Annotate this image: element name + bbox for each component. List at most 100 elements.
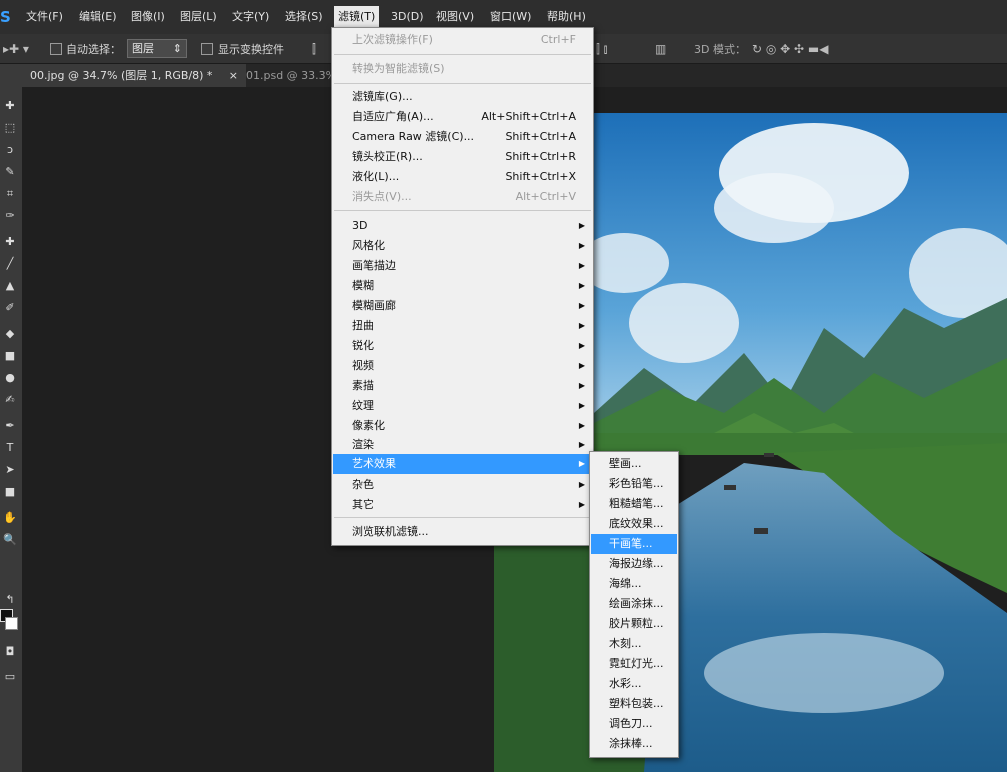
submenu-arrow-icon: ▶ [578,341,585,350]
screen-mode-icon[interactable]: ▭ [2,669,18,685]
lasso-icon[interactable]: ↄ [2,142,18,158]
artistic-underpainting[interactable]: 底纹效果... [591,514,677,534]
artistic-sponge[interactable]: 海绵... [591,574,677,594]
distribute-icon[interactable]: ⫿ ⫾ [596,42,608,57]
quick-mask-icon[interactable]: ◘ [2,644,18,660]
submenu-arrow-icon: ▶ [578,281,585,290]
menu-divider [334,54,591,55]
submenu-arrow-icon: ▶ [578,421,585,430]
filter-camera-raw[interactable]: Camera Raw 滤镜(C)... Shift+Ctrl+A [333,127,592,147]
filter-liquify[interactable]: 液化(L)... Shift+Ctrl+X [333,167,592,187]
filter-distort[interactable]: 扭曲 ▶ [333,316,592,336]
menu-file[interactable]: 文件(F) [26,9,63,25]
filter-brush-strokes[interactable]: 画笔描边 ▶ [333,256,592,276]
auto-align-icon[interactable]: ▥ [655,42,666,56]
artistic-watercolor[interactable]: 水彩... [591,674,677,694]
filter-vanishing-point[interactable]: 消失点(V)... Alt+Ctrl+V [333,187,592,207]
menu-3d[interactable]: 3D(D) [391,9,424,25]
filter-blur[interactable]: 模糊 ▶ [333,276,592,296]
pen-icon[interactable]: ✒ [2,418,18,434]
path-select-icon[interactable]: ➤ [2,462,18,478]
filter-blur-gallery[interactable]: 模糊画廊 ▶ [333,296,592,316]
move-icon[interactable]: ✚ [2,98,18,114]
menu-edit[interactable]: 编辑(E) [79,9,117,25]
eyedropper-icon[interactable]: ✑ [2,208,18,224]
artistic-cutout[interactable]: 木刻... [591,634,677,654]
artistic-submenu: 壁画... 彩色铅笔... 粗糙蜡笔... 底纹效果... 干画笔... 海报边… [589,451,679,758]
filter-last-filter[interactable]: 上次滤镜操作(F) Ctrl+F [333,30,592,50]
history-brush-icon[interactable]: ✐ [2,300,18,316]
submenu-arrow-icon: ▶ [578,321,585,330]
show-transform-checkbox[interactable] [201,43,213,55]
artistic-rough-pastels[interactable]: 粗糙蜡笔... [591,494,677,514]
shape-icon[interactable]: ■ [2,484,18,500]
artistic-colored-pencil[interactable]: 彩色铅笔... [591,474,677,494]
filter-other[interactable]: 其它 ▶ [333,495,592,515]
move-tool-icon[interactable]: ▸✚ ▾ [3,42,29,56]
menu-type[interactable]: 文字(Y) [232,9,269,25]
filter-sharpen[interactable]: 锐化 ▶ [333,336,592,356]
menu-layer[interactable]: 图层(L) [180,9,217,25]
submenu-arrow-icon: ▶ [578,401,585,410]
menu-view[interactable]: 视图(V) [436,9,474,25]
artistic-smudge-stick[interactable]: 涂抹棒... [591,734,677,754]
show-transform-label: 显示变换控件 [218,43,284,56]
blur-icon[interactable]: ● [2,370,18,386]
filter-3d[interactable]: 3D ▶ [333,216,592,236]
eraser-icon[interactable]: ◆ [2,326,18,342]
menu-help[interactable]: 帮助(H) [547,9,586,25]
align-top-icon[interactable]: ⫿ [312,42,316,57]
filter-browse-online[interactable]: 浏览联机滤镜... [333,522,592,542]
filter-sketch[interactable]: 素描 ▶ [333,376,592,396]
artistic-palette-knife[interactable]: 调色刀... [591,714,677,734]
artistic-paint-daubs[interactable]: 绘画涂抹... [591,594,677,614]
toolbox: ✚ ⬚ ↄ ✎ ⌗ ✑ ✚ ╱ ▲ ✐ ◆ ■ ● ✍ ✒ T ➤ ■ ✋ 🔍 … [0,64,23,772]
brush-icon[interactable]: ╱ [2,256,18,272]
filter-menu: 上次滤镜操作(F) Ctrl+F 转换为智能滤镜(S) 滤镜库(G)... 自适应… [331,27,594,546]
filter-noise[interactable]: 杂色 ▶ [333,475,592,495]
background-color-swatch[interactable] [5,617,18,630]
submenu-arrow-icon: ▶ [578,480,585,489]
auto-select-dropdown[interactable]: 图层 ⇕ [127,39,187,58]
auto-select-label: 自动选择： [66,43,121,56]
filter-pixelate[interactable]: 像素化 ▶ [333,416,592,436]
dodge-icon[interactable]: ✍ [2,392,18,408]
artistic-fresco[interactable]: 壁画... [591,454,677,474]
filter-convert-smart[interactable]: 转换为智能滤镜(S) [333,59,592,79]
submenu-arrow-icon: ▶ [578,459,585,468]
healing-icon[interactable]: ✚ [2,234,18,250]
crop-icon[interactable]: ⌗ [2,186,18,202]
auto-select-checkbox[interactable] [50,43,62,55]
menu-divider [334,210,591,211]
type-icon[interactable]: T [2,440,18,456]
marquee-icon[interactable]: ⬚ [2,120,18,136]
artistic-plastic-wrap[interactable]: 塑料包装... [591,694,677,714]
artistic-dry-brush[interactable]: 干画笔... [591,534,677,554]
filter-texture[interactable]: 纹理 ▶ [333,396,592,416]
3d-orbit-icon[interactable]: ↻ ◎ ✥ ✣ ▬◀ [752,42,828,56]
submenu-arrow-icon: ▶ [578,301,585,310]
swap-colors-icon[interactable]: ↰ [2,592,18,608]
menu-select[interactable]: 选择(S) [285,9,323,25]
tab-00-jpg[interactable]: 00.jpg @ 34.7% (图层 1, RGB/8) * × [22,64,246,87]
submenu-arrow-icon: ▶ [578,381,585,390]
filter-adaptive-wide-angle[interactable]: 自适应广角(A)... Alt+Shift+Ctrl+A [333,107,592,127]
filter-render[interactable]: 渲染 ▶ [333,435,592,455]
artistic-film-grain[interactable]: 胶片颗粒... [591,614,677,634]
hand-icon[interactable]: ✋ [2,510,18,526]
zoom-icon[interactable]: 🔍 [2,532,18,548]
filter-stylize[interactable]: 风格化 ▶ [333,236,592,256]
stamp-icon[interactable]: ▲ [2,278,18,294]
filter-gallery[interactable]: 滤镜库(G)... [333,87,592,107]
close-icon[interactable]: × [229,64,238,87]
artistic-neon-glow[interactable]: 霓虹灯光... [591,654,677,674]
filter-lens-correction[interactable]: 镜头校正(R)... Shift+Ctrl+R [333,147,592,167]
menu-image[interactable]: 图像(I) [131,9,165,25]
filter-artistic[interactable]: 艺术效果 ▶ [333,454,592,474]
gradient-icon[interactable]: ■ [2,348,18,364]
menu-window[interactable]: 窗口(W) [490,9,531,25]
filter-video[interactable]: 视频 ▶ [333,356,592,376]
artistic-poster-edges[interactable]: 海报边缘... [591,554,677,574]
quick-select-icon[interactable]: ✎ [2,164,18,180]
menu-filter[interactable]: 滤镜(T) [334,6,380,28]
